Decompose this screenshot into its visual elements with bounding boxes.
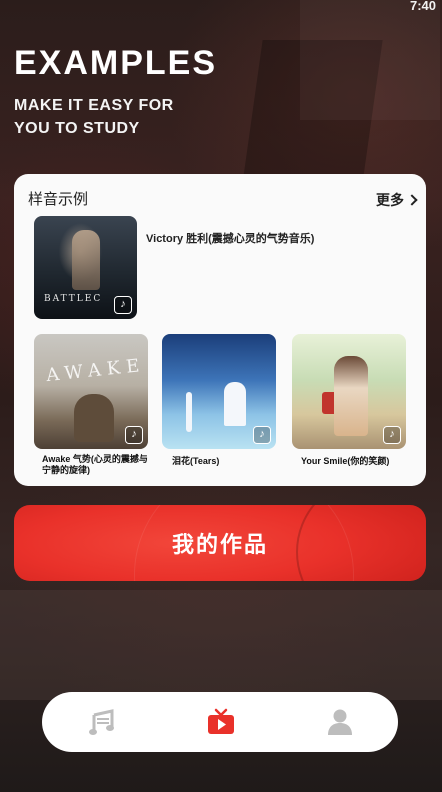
sample-cover-tears[interactable]: ♪ [162,334,276,449]
cover-text: AWAKE [45,354,147,387]
sample-cover-your-smile[interactable]: ♪ [292,334,406,449]
my-works-label: 我的作品 [171,532,268,557]
sample-title[interactable]: Awake 气势(心灵的震撼与宁静的旋律) [42,454,148,476]
background-decor [300,0,440,120]
hero-subtitle-line1: MAKE IT EASY FOR [14,97,174,114]
tab-video[interactable] [203,704,239,740]
more-button[interactable]: 更多 [376,190,418,210]
music-notes-icon [89,709,114,735]
cover-figure [186,392,192,432]
user-icon [328,709,352,735]
cover-text: BATTLEC [44,294,103,304]
cover-figure [72,230,100,290]
cover-figure [334,356,368,436]
tab-bar [42,692,398,752]
status-time: 7:40 [409,0,436,13]
music-note-icon: ♪ [125,426,143,444]
chevron-right-icon [406,194,418,206]
sample-cover-awake[interactable]: AWAKE ♪ [34,334,148,449]
featured-cover[interactable]: BATTLEC ♪ [34,216,137,319]
featured-title[interactable]: Victory 胜利(震撼心灵的气势音乐) [146,230,314,246]
background-decor [0,590,442,700]
cover-figure [224,382,246,426]
music-note-icon: ♪ [114,296,132,314]
samples-title: 样音示例 [28,191,89,208]
tab-profile[interactable] [322,704,358,740]
vinyl-decor [296,505,426,581]
sample-title[interactable]: Your Smile(你的笑颜) [301,456,389,467]
hero-subtitle-line2: YOU TO STUDY [14,120,140,137]
music-note-icon: ♪ [253,426,271,444]
my-works-button[interactable]: 我的作品 [14,505,426,581]
samples-card: 样音示例 更多 BATTLEC ♪ Victory 胜利(震撼心灵的气势音乐) … [14,174,426,486]
hero-title: EXAMPLES [14,44,218,82]
hero-subtitle: MAKE IT EASY FOR YOU TO STUDY [14,94,174,140]
tab-music[interactable] [85,704,121,740]
cover-figure [74,394,114,442]
more-label: 更多 [376,192,404,208]
video-icon [208,708,234,734]
music-note-icon: ♪ [383,426,401,444]
sample-title[interactable]: 泪花(Tears) [172,456,219,467]
